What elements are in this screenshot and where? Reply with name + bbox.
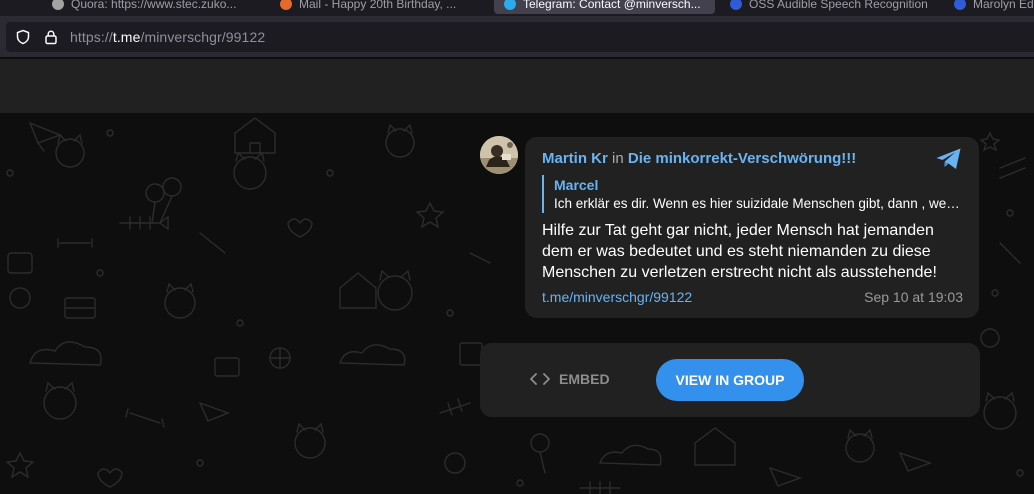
- quora-favicon-icon: [52, 0, 64, 10]
- message-bubble: Martin Kr in Die minkorrekt-Verschwörung…: [525, 137, 979, 318]
- page-favicon-icon: [954, 0, 966, 10]
- in-label: in: [612, 150, 624, 167]
- tab-title: Telegram: Contact @minversch...: [523, 0, 701, 11]
- lock-icon[interactable]: [43, 29, 59, 45]
- message-text: Hilfe zur Tat geht gar nicht, jeder Mens…: [542, 222, 937, 281]
- url-prefix: https://: [70, 29, 113, 45]
- embed-button[interactable]: EMBED: [530, 371, 610, 387]
- embed-label: EMBED: [559, 371, 610, 387]
- tab-telegram[interactable]: Telegram: Contact @minversch...: [494, 0, 715, 14]
- group-link[interactable]: Die minkorrekt-Verschwörung!!!: [628, 150, 856, 167]
- view-in-group-button[interactable]: VIEW IN GROUP: [656, 359, 804, 401]
- author-link[interactable]: Martin Kr: [542, 150, 608, 167]
- tab-title: OSS Audible Speech Recognition: [749, 0, 928, 11]
- shield-icon[interactable]: [15, 29, 31, 45]
- telegram-favicon-icon: [504, 0, 516, 10]
- navigation-bar: https://t.me/minverschgr/99122: [0, 16, 1034, 58]
- tab-page[interactable]: Marolyn Ed...: [944, 0, 1034, 14]
- mail-favicon-icon: [280, 0, 292, 10]
- url-domain: t.me: [112, 29, 141, 45]
- avatar-image: [480, 136, 518, 174]
- oss-favicon-icon: [730, 0, 742, 10]
- code-icon: [530, 373, 550, 385]
- url-path: /minverschgr/99122: [140, 29, 266, 45]
- tab-title: Mail - Happy 20th Birthday, ...: [299, 0, 457, 11]
- avatar[interactable]: [480, 136, 518, 174]
- tab-strip: Quora: https://www.stec.zuko... Mail - H…: [0, 0, 1034, 16]
- url-bar[interactable]: https://t.me/minverschgr/99122: [6, 22, 1034, 52]
- message-header: Martin Kr in Die minkorrekt-Verschwörung…: [542, 150, 856, 167]
- tab-quora[interactable]: Quora: https://www.stec.zuko...: [42, 0, 262, 14]
- tab-title: Quora: https://www.stec.zuko...: [71, 0, 237, 11]
- action-panel: EMBED VIEW IN GROUP: [480, 343, 980, 417]
- telegram-logo-icon[interactable]: [935, 147, 963, 171]
- url-text[interactable]: https://t.me/minverschgr/99122: [70, 29, 265, 45]
- post-link[interactable]: t.me/minverschgr/99122: [542, 289, 692, 305]
- page-header: [0, 59, 1034, 113]
- reply-quote[interactable]: Marcel Ich erklär es dir. Wenn es hier s…: [542, 175, 962, 213]
- tab-oss[interactable]: OSS Audible Speech Recognition: [720, 0, 935, 14]
- tab-title: Marolyn Ed...: [973, 0, 1034, 11]
- tab-mail[interactable]: Mail - Happy 20th Birthday, ...: [270, 0, 485, 14]
- reply-text: Ich erklär es dir. Wenn es hier suizidal…: [554, 196, 962, 211]
- reply-author: Marcel: [554, 177, 599, 193]
- post-date: Sep 10 at 19:03: [864, 289, 963, 305]
